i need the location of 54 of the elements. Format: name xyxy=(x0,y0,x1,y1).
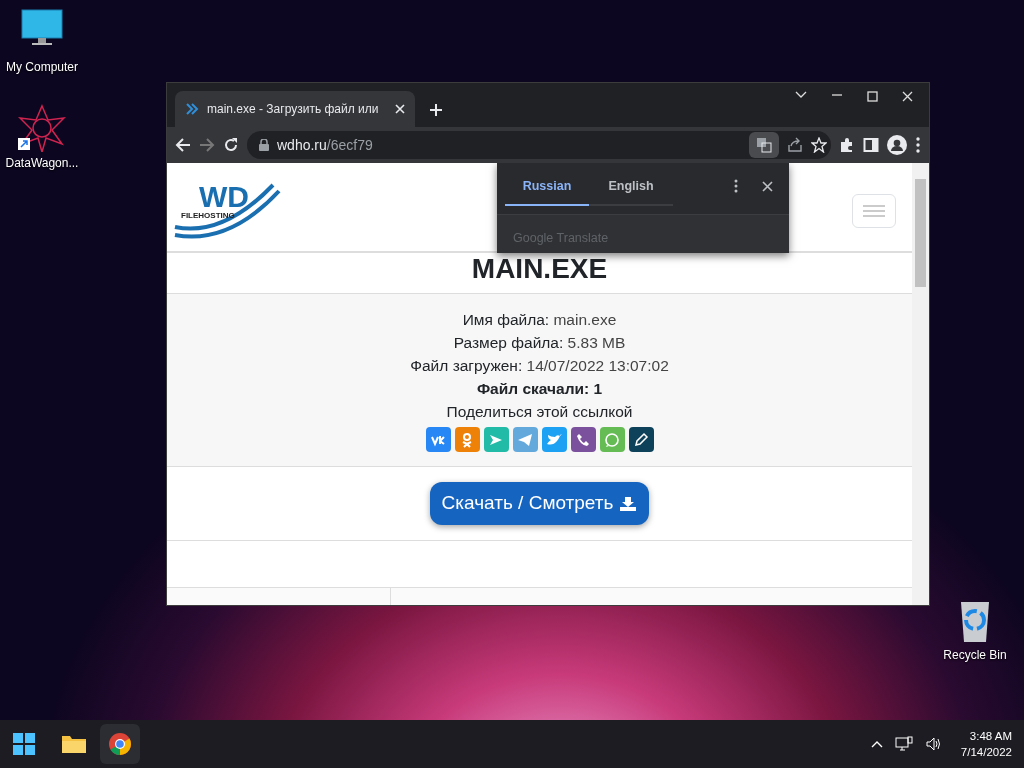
chevron-up-icon[interactable] xyxy=(870,740,883,748)
tab-title: main.exe - Загрузить файл или xyxy=(207,101,380,118)
reload-icon[interactable] xyxy=(223,137,239,153)
close-icon[interactable] xyxy=(902,91,913,102)
star-emblem-icon[interactable] xyxy=(18,104,66,152)
file-info-line: Файл загружен: 14/07/2022 13:07:02 xyxy=(409,356,670,376)
translate-button[interactable] xyxy=(749,132,779,158)
back-arrow-icon[interactable] xyxy=(175,137,191,153)
file-info-line: Размер файла: 5.83 MB xyxy=(452,333,627,353)
scrollbar[interactable] xyxy=(912,163,929,605)
download-icon xyxy=(619,495,638,512)
browser-taskbar-button[interactable] xyxy=(100,724,140,764)
translate-icon xyxy=(756,137,772,153)
url-text: wdho.ru/6ecf79 xyxy=(277,135,374,155)
share-button[interactable] xyxy=(570,427,596,452)
start-icon[interactable] xyxy=(12,732,36,756)
lock-icon xyxy=(259,139,269,151)
maximize-icon[interactable] xyxy=(867,91,878,102)
download-button[interactable]: Скачать / Смотреть xyxy=(429,482,650,525)
puzzle-icon[interactable] xyxy=(839,137,855,153)
menu-toggle-button[interactable] xyxy=(852,194,896,228)
file-title: MAIN.EXE xyxy=(470,253,609,286)
pencil-icon xyxy=(632,430,650,449)
menu-icon xyxy=(862,203,886,219)
side-panel-icon[interactable] xyxy=(863,137,879,153)
chevron-down-icon[interactable] xyxy=(795,91,807,99)
address-bar[interactable]: wdho.ru/6ecf79 xyxy=(247,131,831,159)
plus-icon[interactable] xyxy=(429,103,443,117)
star-icon[interactable] xyxy=(811,137,827,153)
chevrons-icon xyxy=(185,102,199,116)
download-count: Файл скачали: 1 xyxy=(475,379,604,399)
clock-time: 3:48 AM xyxy=(969,729,1012,744)
close-icon[interactable] xyxy=(762,180,773,192)
desktop-icon-label[interactable]: Recycle Bin xyxy=(943,646,1007,664)
more-vertical-icon[interactable] xyxy=(734,179,738,194)
language-tab[interactable]: English xyxy=(589,167,673,206)
browser-logo-icon xyxy=(108,732,132,756)
share-icon[interactable] xyxy=(787,137,803,153)
language-tab[interactable]: Russian xyxy=(505,167,589,206)
minimize-icon[interactable] xyxy=(831,91,843,99)
share-label: Поделиться этой ссылкой xyxy=(445,402,634,422)
profile-icon[interactable] xyxy=(887,135,907,155)
file-info-line: Имя файла: main.exe xyxy=(461,310,618,330)
network-icon[interactable] xyxy=(894,736,913,752)
clock-date: 7/14/2022 xyxy=(960,745,1012,760)
clock[interactable]: 3:48 AM 7/14/2022 xyxy=(960,728,1012,760)
share-button[interactable] xyxy=(628,427,654,452)
logo-drawing[interactable]: WD FILEHOSTING xyxy=(173,175,283,239)
forward-arrow-icon[interactable] xyxy=(199,137,215,153)
desktop-icon-label[interactable]: DataWagon... xyxy=(5,154,79,172)
desktop-icon-label[interactable]: My Computer xyxy=(6,58,78,76)
speaker-icon[interactable] xyxy=(924,736,943,752)
browser-tab[interactable]: main.exe - Загрузить файл или xyxy=(175,91,415,127)
more-vertical-icon[interactable] xyxy=(915,136,921,154)
